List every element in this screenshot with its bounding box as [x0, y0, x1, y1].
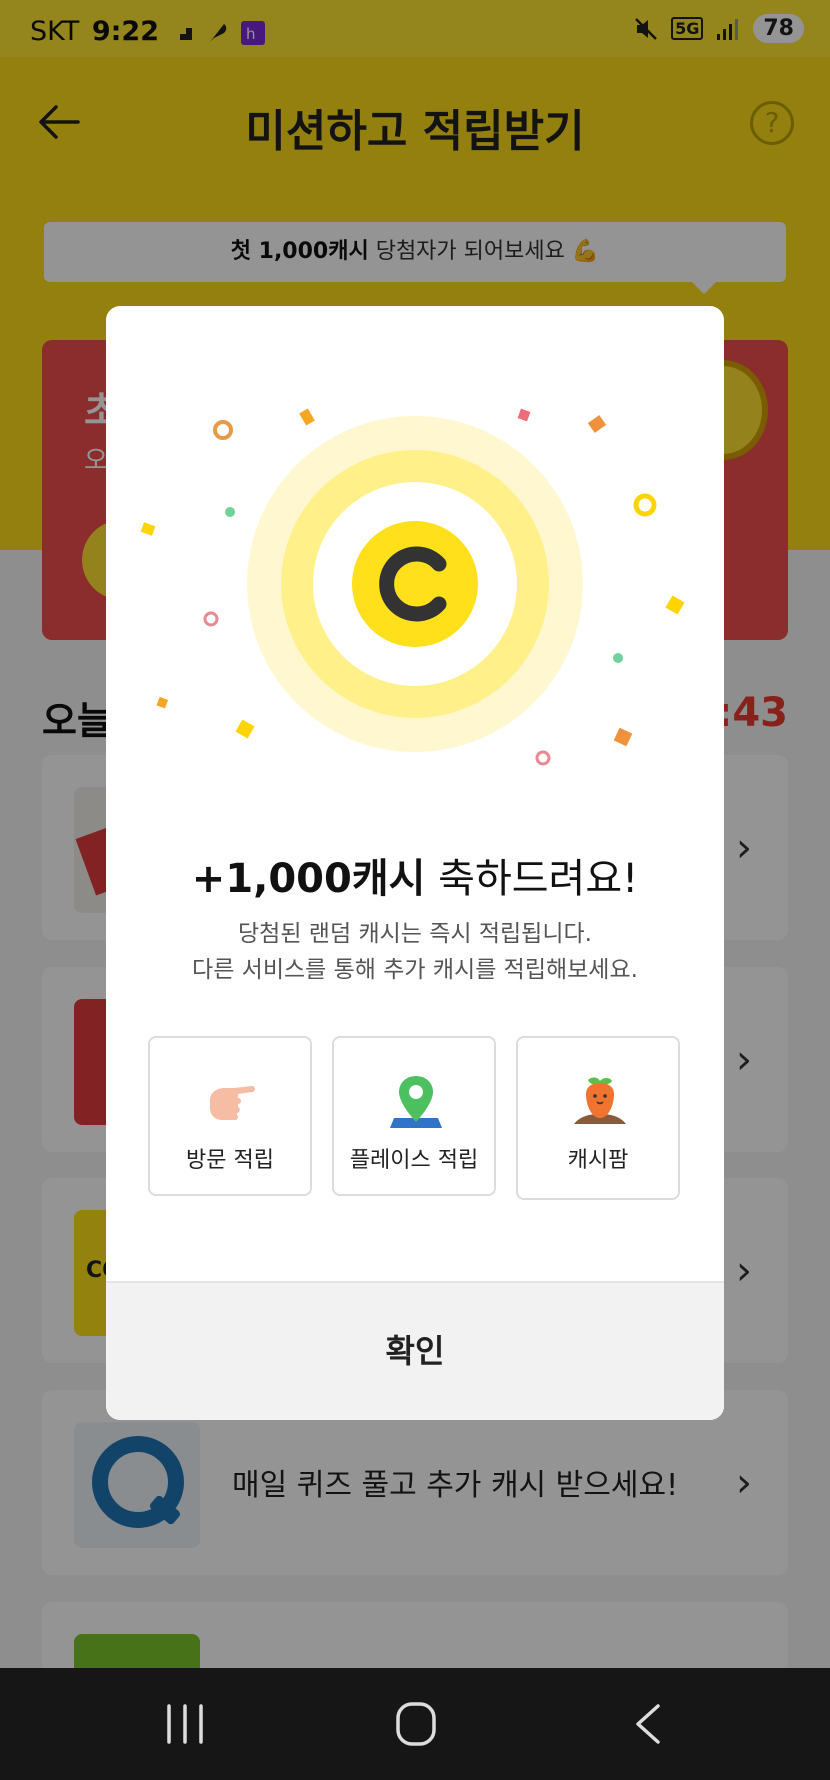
- place-reward-button[interactable]: 플레이스 적립: [332, 1036, 496, 1196]
- description-line-1: 당첨된 랜덤 캐시는 즉시 적립됩니다.: [238, 921, 592, 947]
- confirm-button[interactable]: 확인: [106, 1281, 724, 1420]
- carrot-icon: [570, 1072, 630, 1132]
- option-label: 방문 적립: [186, 1148, 274, 1173]
- system-navigation-bar: [0, 1668, 830, 1780]
- cash-farm-button[interactable]: 캐시팜: [516, 1036, 680, 1200]
- pointing-hand-icon: [202, 1072, 262, 1132]
- visit-reward-button[interactable]: 방문 적립: [148, 1036, 312, 1196]
- description-line-2: 다른 서비스를 통해 추가 캐시를 적립해보세요.: [192, 957, 638, 983]
- reward-amount: +1,000캐시: [191, 856, 426, 902]
- reward-dialog: +1,000캐시 축하드려요! 당첨된 랜덤 캐시는 즉시 적립됩니다. 다른 …: [106, 306, 724, 1420]
- dialog-title: +1,000캐시 축하드려요!: [106, 846, 724, 904]
- dialog-description: 당첨된 랜덤 캐시는 즉시 적립됩니다. 다른 서비스를 통해 추가 캐시를 적…: [106, 916, 724, 988]
- recent-apps-icon[interactable]: [155, 1698, 215, 1750]
- home-icon[interactable]: [386, 1698, 446, 1750]
- option-label: 캐시팜: [567, 1148, 629, 1173]
- congrats-text: 축하드려요!: [438, 856, 639, 902]
- back-icon[interactable]: [620, 1698, 680, 1750]
- option-label: 플레이스 적립: [349, 1148, 479, 1173]
- celebration-illustration: [106, 306, 724, 806]
- map-pin-icon: [386, 1072, 446, 1132]
